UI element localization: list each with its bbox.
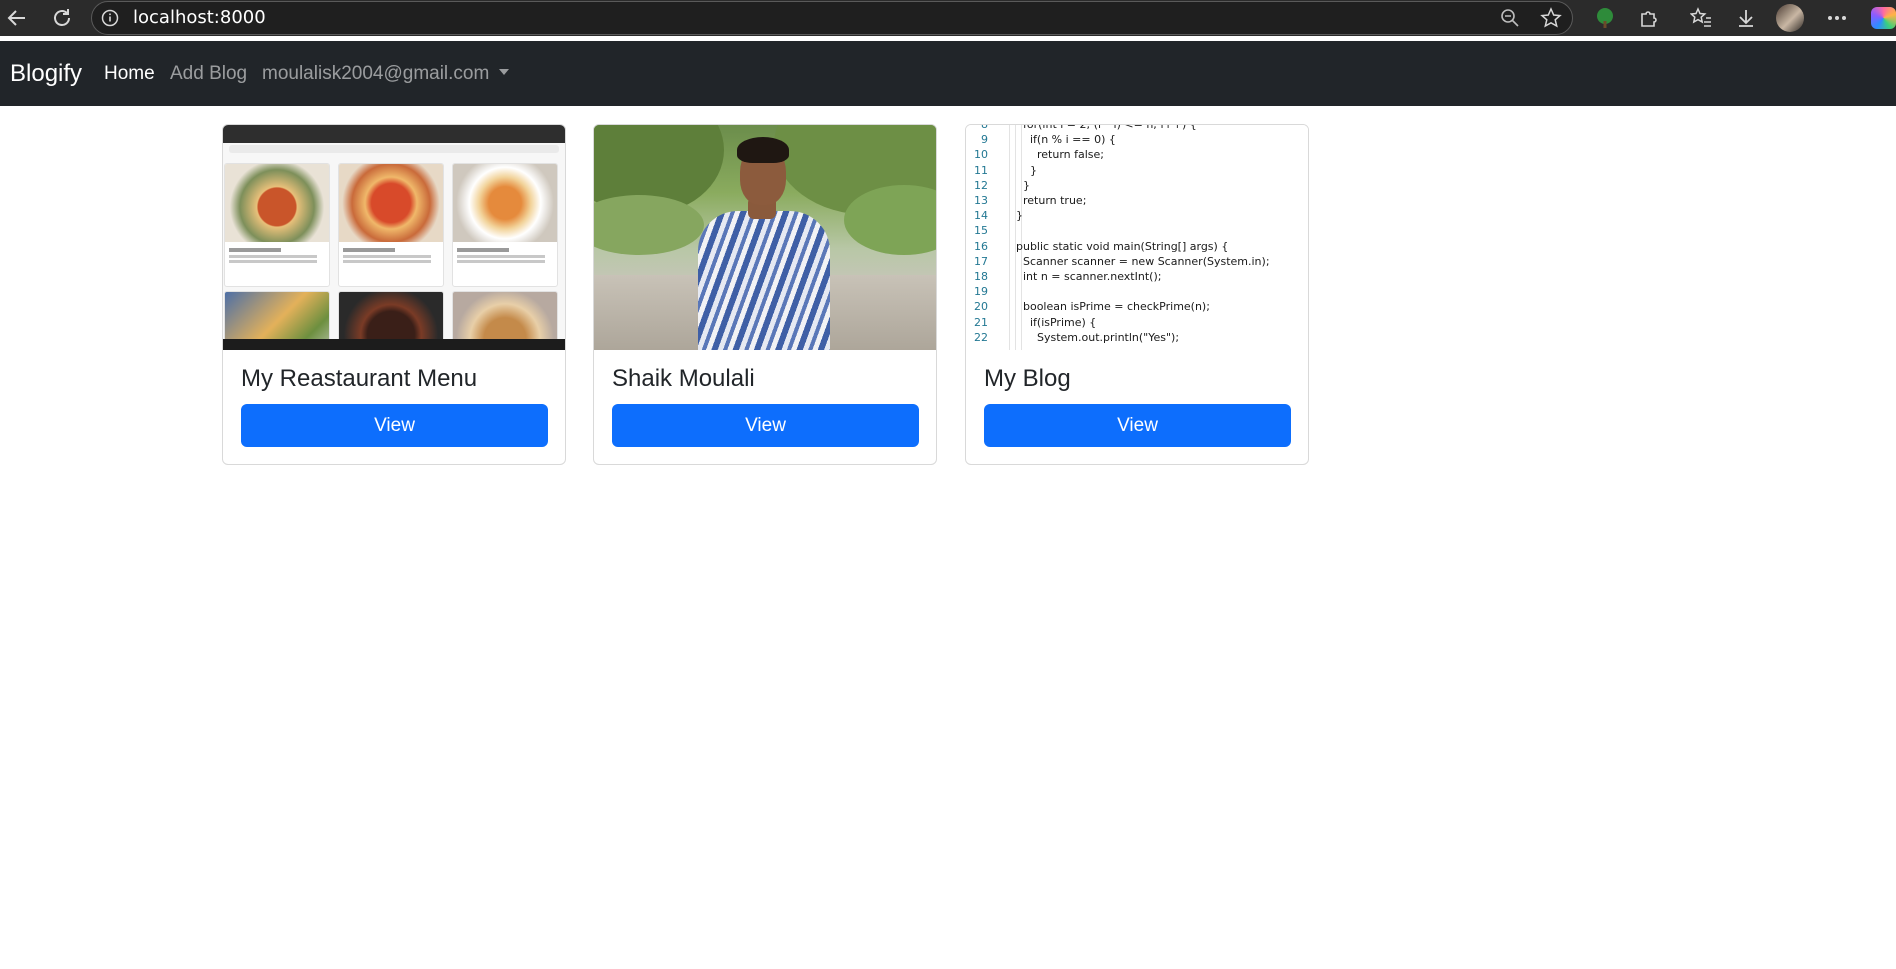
- extension-tree-icon[interactable]: [1592, 0, 1618, 36]
- card-title: Shaik Moulali: [612, 365, 755, 392]
- favorite-star-icon[interactable]: [1538, 0, 1564, 36]
- site-info-icon[interactable]: [99, 0, 121, 36]
- code-text: }: [1016, 163, 1037, 177]
- brand-logo[interactable]: Blogify: [10, 41, 82, 106]
- user-email: moulalisk2004@gmail.com: [262, 63, 490, 84]
- code-text: if(isPrime) {: [1016, 315, 1097, 329]
- code-text: System.out.println("Yes");: [1016, 330, 1180, 344]
- view-button[interactable]: View: [241, 404, 548, 447]
- line-number: 8: [966, 125, 988, 132]
- more-menu-icon[interactable]: [1824, 0, 1850, 36]
- line-number: 13: [974, 194, 988, 207]
- address-bar[interactable]: [91, 1, 1573, 35]
- chevron-down-icon: [499, 69, 510, 75]
- nav-user-dropdown[interactable]: moulalisk2004@gmail.com: [262, 41, 510, 106]
- card-image-code-screenshot[interactable]: 8 for(int i = 2; (i * i) <= n; i++) {9 i…: [966, 125, 1308, 350]
- line-number: 19: [974, 285, 988, 299]
- line-number: 16: [974, 239, 988, 253]
- profile-avatar[interactable]: [1776, 4, 1804, 32]
- code-text: for(int i = 2; (i * i) <= n; i++) {: [1016, 125, 1197, 132]
- line-number: 12: [974, 178, 988, 192]
- line-number: 15: [974, 224, 988, 238]
- line-number: 17: [974, 254, 988, 268]
- code-line: 18 int n = scanner.nextInt();: [966, 269, 1308, 284]
- line-number: 9: [981, 133, 988, 147]
- code-line: 8 for(int i = 2; (i * i) <= n; i++) {: [966, 125, 1308, 132]
- downloads-icon[interactable]: [1733, 0, 1759, 36]
- code-text: }: [1016, 178, 1030, 192]
- zoom-out-icon[interactable]: [1498, 0, 1522, 36]
- url-text[interactable]: localhost:8000: [133, 0, 266, 36]
- back-arrow-icon[interactable]: [2, 0, 32, 36]
- code-line: 12 }: [966, 178, 1308, 193]
- card-image-person-photo[interactable]: [594, 125, 936, 350]
- code-text: }: [1016, 209, 1023, 223]
- code-line: 15: [966, 223, 1308, 238]
- code-line: 9 if(n % i == 0) {: [966, 132, 1308, 147]
- code-text: boolean isPrime = checkPrime(n);: [1016, 300, 1210, 314]
- line-number: 20: [974, 300, 988, 314]
- card-title: My Blog: [984, 365, 1071, 392]
- favorites-list-icon[interactable]: [1688, 0, 1714, 36]
- code-text: public static void main(String[] args) {: [1016, 239, 1229, 253]
- nav-home-link[interactable]: Home: [104, 41, 155, 106]
- code-line: 20 boolean isPrime = checkPrime(n);: [966, 299, 1308, 314]
- code-line: 22 System.out.println("Yes");: [966, 330, 1308, 345]
- nav-add-blog-link[interactable]: Add Blog: [170, 41, 247, 106]
- view-button[interactable]: View: [612, 404, 919, 447]
- code-text: Scanner scanner = new Scanner(System.in)…: [1016, 254, 1270, 268]
- code-line: 11 }: [966, 163, 1308, 178]
- card-image-restaurant-menu[interactable]: [223, 125, 565, 350]
- blog-card: 8 for(int i = 2; (i * i) <= n; i++) {9 i…: [965, 124, 1309, 465]
- line-number: 14: [974, 209, 988, 223]
- code-line: 19: [966, 284, 1308, 299]
- code-line: 17 Scanner scanner = new Scanner(System.…: [966, 254, 1308, 269]
- view-button[interactable]: View: [984, 404, 1291, 447]
- card-title: My Reastaurant Menu: [241, 365, 478, 392]
- code-line: 13 return true;: [966, 193, 1308, 208]
- refresh-icon[interactable]: [47, 0, 77, 36]
- line-number: 11: [974, 163, 988, 177]
- code-text: return false;: [1016, 148, 1104, 162]
- blog-card: Shaik Moulali View: [593, 124, 937, 465]
- code-text: return true;: [1016, 194, 1087, 207]
- code-text: int n = scanner.nextInt();: [1016, 270, 1162, 283]
- line-number: 22: [974, 330, 988, 344]
- blog-card: My Reastaurant Menu View: [222, 124, 566, 465]
- code-line: 14}: [966, 208, 1308, 223]
- line-number: 18: [974, 270, 988, 283]
- line-number: 21: [974, 315, 988, 329]
- code-line: 21 if(isPrime) {: [966, 315, 1308, 330]
- code-line: 16 public static void main(String[] args)…: [966, 239, 1308, 254]
- extensions-puzzle-icon[interactable]: [1636, 0, 1662, 36]
- line-number: 10: [974, 148, 988, 162]
- code-line: 10 return false;: [966, 147, 1308, 162]
- code-text: if(n % i == 0) {: [1016, 133, 1116, 147]
- copilot-icon[interactable]: [1871, 7, 1896, 29]
